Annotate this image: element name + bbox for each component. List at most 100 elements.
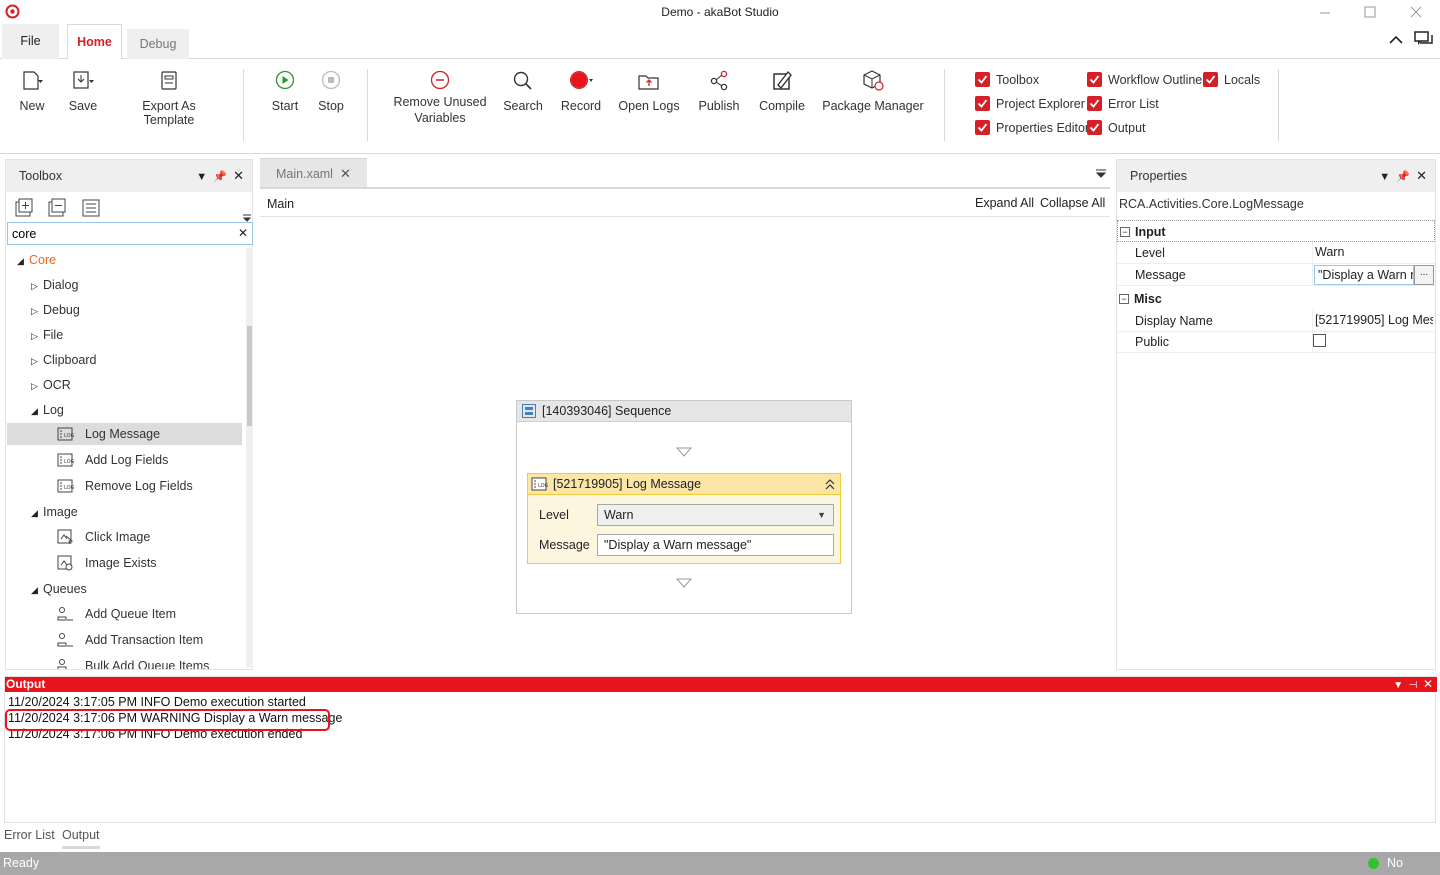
tab-debug[interactable]: Debug [127, 29, 189, 59]
close-icon[interactable]: ✕ [1423, 677, 1433, 691]
publish-button[interactable]: Publish [697, 69, 741, 113]
collapse-all-icon[interactable] [47, 198, 67, 218]
collapse-activity-icon[interactable] [824, 479, 836, 490]
tree-item-ocr[interactable]: ▷ OCR [31, 374, 71, 396]
breadcrumb[interactable]: Main [267, 197, 294, 211]
tree-item-dialog[interactable]: ▷ Dialog [31, 274, 78, 296]
workflow-outline-checkbox[interactable]: Workflow Outline [1087, 71, 1202, 89]
ellipsis-button[interactable]: ... [1414, 265, 1434, 285]
tree-item-log[interactable]: ◢ Log [31, 399, 64, 421]
status-indicator-icon [1368, 858, 1379, 869]
toolbox-scrollbar[interactable] [246, 248, 253, 668]
property-value[interactable]: Warn [1315, 245, 1433, 259]
pin-icon[interactable]: 📌 [213, 171, 227, 183]
collapse-all-link[interactable]: Collapse All [1040, 196, 1105, 210]
property-row-message[interactable]: Message "Display a Warn message" ... [1117, 264, 1435, 286]
open-logs-button[interactable]: Open Logs [618, 69, 680, 113]
close-icon[interactable]: ✕ [1416, 168, 1427, 183]
tree-item-click-image[interactable]: Click Image [85, 526, 150, 548]
tab-file[interactable]: File [2, 24, 59, 59]
export-as-template-button[interactable]: Export As Template [116, 69, 222, 127]
compile-button[interactable]: Compile [757, 69, 807, 113]
public-checkbox[interactable] [1313, 334, 1326, 347]
output-checkbox[interactable]: Output [1087, 119, 1146, 137]
template-icon [161, 71, 177, 90]
toolbox-checkbox[interactable]: Toolbox [975, 71, 1039, 89]
collapse-category-icon[interactable]: − [1120, 227, 1130, 237]
expand-all-link[interactable]: Expand All [975, 196, 1034, 210]
tree-item-add-transaction-item[interactable]: Add Transaction Item [85, 629, 203, 651]
toolbox-search-input[interactable] [8, 223, 228, 244]
properties-panel: Properties ▼ 📌 ✕ RCA.Activities.Core.Log… [1116, 159, 1436, 670]
tree-item-log-message[interactable]: LOG Log Message [7, 423, 242, 445]
svg-text:LOG: LOG [538, 483, 548, 489]
property-value[interactable]: [521719905] Log Message [1315, 313, 1433, 327]
tree-item-debug[interactable]: ▷ Debug [31, 299, 80, 321]
expanded-arrow-icon: ◢ [17, 256, 24, 266]
tab-error-list[interactable]: Error List [4, 828, 55, 842]
tab-home[interactable]: Home [67, 24, 122, 60]
tree-item-image[interactable]: ◢ Image [31, 501, 78, 523]
property-row-public[interactable]: Public [1117, 331, 1435, 353]
tree-item-core[interactable]: ◢ Core [17, 249, 56, 271]
dropdown-icon[interactable]: ▼ [1379, 171, 1390, 183]
collapse-ribbon-icon[interactable] [1388, 34, 1404, 46]
activity-header[interactable]: LOG [521719905] Log Message [528, 474, 840, 495]
sequence-header[interactable]: [140393046] Sequence [517, 401, 851, 422]
project-explorer-checkbox[interactable]: Project Explorer [975, 95, 1085, 113]
save-button[interactable]: Save [67, 69, 99, 113]
feedback-icon[interactable] [1414, 31, 1434, 48]
record-button[interactable]: Record [560, 69, 602, 113]
list-view-icon[interactable] [81, 198, 101, 218]
scrollbar-thumb[interactable] [247, 326, 252, 426]
maximize-icon[interactable] [1355, 2, 1385, 22]
tree-item-clipboard[interactable]: ▷ Clipboard [31, 349, 97, 371]
collapse-category-icon[interactable]: − [1119, 294, 1129, 304]
level-select[interactable]: Warn ▼ [597, 504, 834, 526]
svg-text:LOG: LOG [64, 485, 74, 491]
tree-item-queues[interactable]: ◢ Queues [31, 578, 87, 600]
log-message-activity[interactable]: LOG [521719905] Log Message Level Warn ▼… [527, 473, 841, 564]
dropdown-icon[interactable]: ▼ [1393, 680, 1403, 691]
tree-item-add-queue-item[interactable]: Add Queue Item [85, 603, 176, 625]
tab-output[interactable]: Output [62, 828, 100, 849]
tab-list-icon[interactable] [1096, 169, 1106, 178]
new-button[interactable]: New [17, 69, 47, 113]
close-icon[interactable]: ✕ [233, 168, 244, 183]
category-input[interactable]: − Input [1117, 220, 1435, 242]
log-icon: LOG [57, 479, 74, 493]
close-window-icon[interactable] [1401, 2, 1431, 22]
tree-item-bulk-add-queue-items[interactable]: Bulk Add Queue Items [85, 655, 209, 669]
collapsed-arrow-icon: ▷ [31, 306, 38, 316]
properties-editor-checkbox[interactable]: Properties Editor [975, 119, 1089, 137]
property-row-level[interactable]: Level Warn [1117, 242, 1435, 264]
document-tab-main[interactable]: Main.xaml ✕ [260, 158, 367, 188]
toolbox-search[interactable]: ✕ [7, 222, 253, 245]
package-manager-button[interactable]: Package Manager [822, 69, 924, 113]
tree-item-image-exists[interactable]: Image Exists [85, 552, 157, 574]
message-input[interactable]: "Display a Warn message" [597, 534, 834, 556]
locals-checkbox[interactable]: Locals [1203, 71, 1260, 89]
stop-button[interactable]: Stop [316, 69, 346, 113]
expand-all-icon[interactable] [14, 198, 34, 218]
overflow-arrow-icon[interactable] [242, 214, 252, 222]
remove-unused-variables-button[interactable]: Remove Unused Variables [393, 69, 487, 126]
search-button[interactable]: Search [502, 69, 544, 113]
dropdown-icon[interactable]: ▼ [196, 171, 207, 183]
tree-item-add-log-fields[interactable]: Add Log Fields [85, 449, 168, 471]
tree-item-remove-log-fields[interactable]: Remove Log Fields [85, 475, 193, 497]
minimize-icon[interactable] [1310, 2, 1340, 22]
locals-checkbox-label: Locals [1224, 73, 1261, 87]
message-property-input[interactable]: "Display a Warn message" [1314, 265, 1414, 285]
start-button[interactable]: Start [270, 69, 300, 113]
close-tab-icon[interactable]: ✕ [340, 159, 351, 189]
category-misc[interactable]: − Misc [1117, 288, 1435, 310]
pin-icon[interactable]: 📌 [1396, 171, 1410, 183]
ribbon-tabs: File Home Debug [0, 24, 1440, 60]
error-list-checkbox[interactable]: Error List [1087, 95, 1159, 113]
property-row-display-name[interactable]: Display Name [521719905] Log Message [1117, 310, 1435, 332]
clear-search-icon[interactable]: ✕ [238, 226, 248, 240]
sequence-activity[interactable]: [140393046] Sequence LOG [521719905] Log… [516, 400, 852, 614]
tree-item-file[interactable]: ▷ File [31, 324, 63, 346]
pin-icon[interactable]: ⊣ [1409, 680, 1418, 691]
